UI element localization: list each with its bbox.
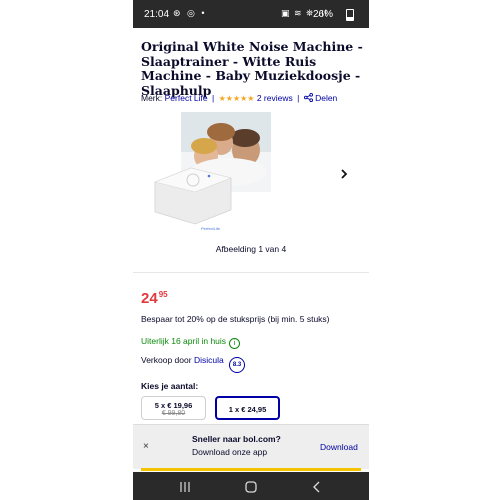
image-caption: Afbeelding 1 van 4 [215,244,287,254]
separator: | [297,93,300,103]
share-button[interactable]: Delen [303,93,338,103]
quantity-option-original-price: € 99,80 [161,410,186,417]
divider [133,272,369,273]
brand-label: Merk: [141,93,163,103]
reviews-link[interactable]: 2 reviews [257,93,293,103]
close-icon[interactable]: × [143,441,149,452]
seller-rating-badge: 8.3 [229,357,246,373]
download-button[interactable]: Download [320,442,358,452]
left-margin [0,0,133,500]
seller-link[interactable]: Disicula [194,355,224,365]
chevron-right-icon[interactable] [339,168,349,180]
separator: | [212,93,215,103]
add-to-cart-bar-edge[interactable] [141,468,361,471]
quantity-option-5[interactable]: 5 x € 19,96 € 99,80 [141,396,206,420]
product-title: Original White Noise Machine - Slaaptrai… [141,39,363,98]
price-cents: 95 [158,290,168,299]
quantity-option-price: 1 x € 24,95 [228,405,267,414]
quantity-option-price: 5 x € 19,96 [154,401,193,410]
bulk-discount-text: Bespaar tot 20% op de stuksprijs (bij mi… [141,314,330,324]
brand-row: Merk: Perfect Life | ★★★★★ 2 reviews | D… [141,93,369,103]
seller-label: Verkoop door [141,355,192,365]
share-icon [303,93,313,102]
battery-percent: 26% [313,9,334,20]
phone-screen: 21:04 ⊛ ◎ • ▣ ≋ ⛯ .ıl 26% Original White… [133,0,369,500]
nav-home-icon[interactable] [243,480,259,494]
app-download-banner: × Sneller naar bol.com? Download onze ap… [133,424,369,469]
android-nav-bar [133,472,369,500]
status-bar: 21:04 ⊛ ◎ • ▣ ≋ ⛯ .ıl 26% [133,0,369,28]
quantity-label: Kies je aantal: [141,381,199,391]
nav-back-icon[interactable] [309,480,325,494]
rating-stars: ★★★★★ [218,94,255,103]
image-watermark: PerfectLife [201,226,221,231]
status-time: 21:04 [144,9,170,20]
banner-title: Sneller naar bol.com? [192,434,281,444]
battery-icon [346,9,354,21]
product-image[interactable]: PerfectLife [151,112,271,234]
seller-info: Verkoop door Disicula 8.3 [141,355,246,373]
delivery-text: Uiterlijk 16 april in huis [141,336,227,346]
price-main: 24 [141,290,158,307]
notification-icons: ⊛ ◎ • [173,8,207,18]
price: 2495 [141,290,168,308]
delivery-info: Uiterlijk 16 april in huis i [141,336,241,349]
share-label: Delen [315,93,338,103]
quantity-option-1-selected[interactable]: 1 x € 24,95 [215,396,280,420]
right-margin [369,0,500,500]
banner-subtitle: Download onze app [192,447,268,457]
nav-recent-icon[interactable] [177,480,193,494]
brand-link[interactable]: Perfect Life [165,93,208,103]
info-icon[interactable]: i [229,338,241,349]
